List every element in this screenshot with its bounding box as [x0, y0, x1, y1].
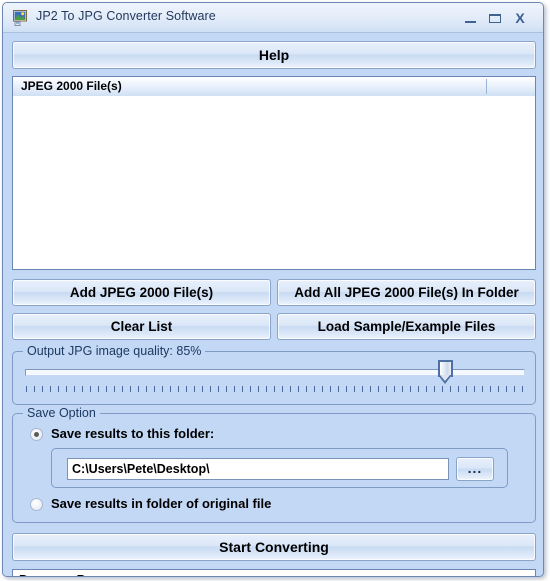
quality-slider-thumb-point-inner — [440, 375, 450, 381]
save-option-group-title: Save Option — [23, 406, 100, 420]
output-quality-group: Output JPG image quality: 85% — [12, 344, 536, 405]
progress-bar-label: Progress Bar — [19, 573, 98, 576]
clear-list-button[interactable]: Clear List — [12, 313, 271, 340]
add-jpeg2000-files-button[interactable]: Add JPEG 2000 File(s) — [12, 279, 271, 306]
minimize-icon — [465, 21, 476, 23]
file-list-body[interactable] — [13, 96, 535, 269]
add-all-files-in-folder-button[interactable]: Add All JPEG 2000 File(s) In Folder — [277, 279, 536, 306]
browse-folder-label: ... — [467, 460, 483, 476]
maximize-button[interactable] — [484, 10, 506, 27]
client-area: Help JPEG 2000 File(s) Add JPEG 2000 Fil… — [3, 33, 543, 576]
app-image-icon — [12, 9, 30, 27]
title-bar: JP2 To JPG Converter Software X — [3, 3, 543, 33]
close-button[interactable]: X — [509, 10, 531, 27]
folder-path-panel: ... — [51, 448, 508, 488]
save-option-group: Save Option Save results to this folder:… — [12, 406, 536, 523]
quality-slider-ticks — [26, 386, 525, 394]
quality-slider-thumb[interactable] — [438, 360, 453, 384]
help-button[interactable]: Help — [12, 41, 536, 69]
file-list-column-header: JPEG 2000 File(s) — [21, 79, 122, 93]
progress-bar: Progress Bar — [12, 569, 536, 576]
load-sample-files-label: Load Sample/Example Files — [317, 319, 496, 334]
browse-folder-button[interactable]: ... — [456, 457, 494, 481]
start-converting-label: Start Converting — [219, 539, 329, 555]
start-converting-button[interactable]: Start Converting — [12, 533, 536, 561]
application-window: JP2 To JPG Converter Software X Help JPE… — [2, 2, 544, 577]
output-quality-group-title: Output JPG image quality: 85% — [23, 344, 206, 358]
help-button-label: Help — [258, 47, 290, 63]
window-title: JP2 To JPG Converter Software — [36, 9, 216, 23]
minimize-button[interactable] — [460, 10, 482, 27]
close-icon: X — [515, 10, 525, 26]
radio-save-in-original-folder-label: Save results in folder of original file — [51, 496, 272, 511]
add-all-files-in-folder-label: Add All JPEG 2000 File(s) In Folder — [294, 285, 519, 300]
radio-save-to-this-folder-label: Save results to this folder: — [51, 426, 215, 441]
add-jpeg2000-files-label: Add JPEG 2000 File(s) — [69, 285, 214, 300]
file-list[interactable]: JPEG 2000 File(s) — [12, 76, 536, 270]
maximize-icon — [489, 14, 501, 23]
folder-path-input[interactable] — [67, 458, 449, 480]
column-divider[interactable] — [486, 79, 487, 94]
radio-save-to-this-folder-icon[interactable] — [30, 428, 43, 441]
clear-list-label: Clear List — [110, 319, 173, 334]
load-sample-files-button[interactable]: Load Sample/Example Files — [277, 313, 536, 340]
radio-save-in-original-folder-icon[interactable] — [30, 498, 43, 511]
file-list-header: JPEG 2000 File(s) — [13, 77, 535, 97]
